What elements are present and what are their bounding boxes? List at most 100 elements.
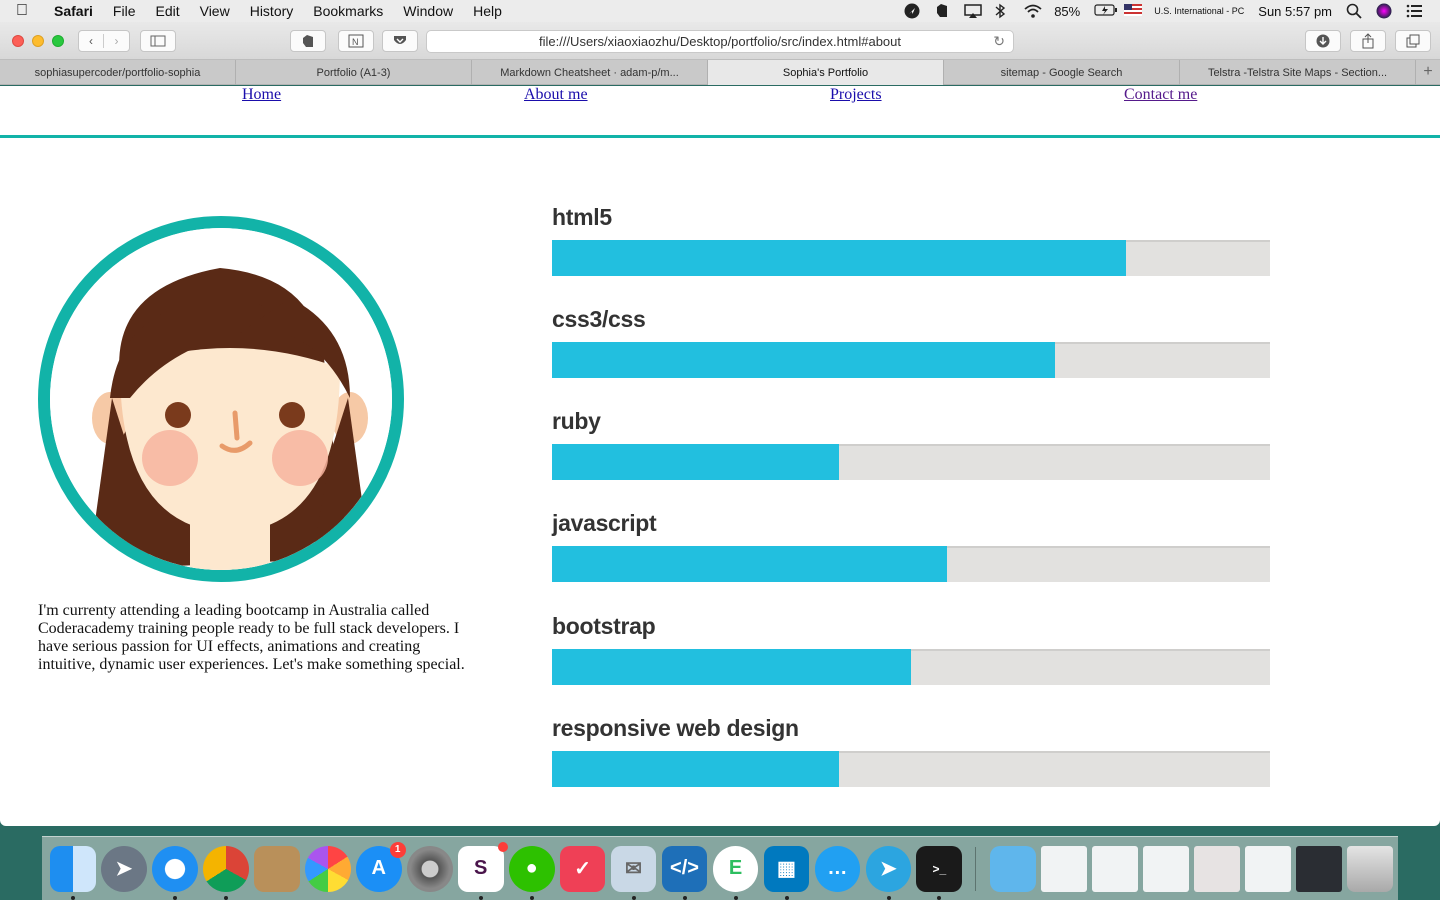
system-preferences-icon[interactable] (406, 845, 453, 892)
us-flag-icon[interactable] (1124, 3, 1143, 19)
skill-label: css3/css (552, 306, 646, 332)
tab-telstra[interactable]: Telstra -Telstra Site Maps - Section... (1180, 60, 1416, 85)
zoom-window-button[interactable] (52, 34, 64, 47)
vscode-icon[interactable]: </> (661, 845, 708, 900)
menu-history[interactable]: History (240, 3, 304, 19)
share-icon (1362, 33, 1374, 49)
contacts-icon[interactable] (253, 845, 300, 892)
minimized-window-icon[interactable] (1092, 845, 1139, 892)
elephant-icon (303, 35, 313, 47)
app-store-icon[interactable]: A1 (355, 841, 406, 892)
menu-clock[interactable]: Sun 5:57 pm (1258, 4, 1332, 19)
battery-icon[interactable] (1094, 3, 1118, 19)
forward-icon[interactable]: › (104, 34, 129, 48)
tab-sitemap-search[interactable]: sitemap - Google Search (944, 60, 1180, 85)
sidebar-toggle-button[interactable] (140, 30, 176, 52)
minimized-window-icon[interactable] (1143, 845, 1190, 892)
tab-overview-button[interactable] (1395, 30, 1431, 52)
apple-menu-icon[interactable]:  (0, 2, 44, 20)
reload-icon[interactable]: ↻ (993, 33, 1005, 50)
terminal-icon[interactable]: >_ (916, 845, 963, 900)
siri-icon[interactable] (1376, 3, 1392, 19)
slack-icon[interactable]: S (457, 841, 508, 900)
tab-portfolio-a1-3[interactable]: Portfolio (A1-3) (236, 60, 472, 85)
skill-label: responsive web design (552, 715, 799, 741)
minimize-window-button[interactable] (32, 34, 44, 47)
menu-extras: 85% U.S. International - PC Sun 5:57 pm (904, 3, 1440, 19)
preview-icon[interactable]: ✉ (610, 845, 657, 900)
photos-icon[interactable] (304, 845, 351, 892)
macos-dock: ➤ A1 S ● ✓ ✉ </> E ▦ … ➤ >_ (42, 836, 1398, 900)
skill-label: bootstrap (552, 613, 656, 639)
messages-icon[interactable]: … (814, 845, 861, 892)
back-forward-buttons: ‹ › (78, 30, 130, 52)
safari-icon[interactable] (151, 845, 198, 900)
minimized-window-icon[interactable] (1041, 845, 1088, 892)
menu-file[interactable]: File (103, 3, 146, 19)
wifi-icon[interactable] (1024, 3, 1042, 19)
skill-bar-fill (552, 342, 1055, 378)
folder-icon[interactable] (990, 845, 1037, 892)
menu-bookmarks[interactable]: Bookmarks (303, 3, 393, 19)
pocket-extension-button[interactable] (382, 30, 418, 52)
skill-ruby: ruby (552, 408, 1270, 480)
tab-markdown-cheatsheet[interactable]: Markdown Cheatsheet · adam-p/m... (472, 60, 708, 85)
telegram-icon[interactable]: ➤ (865, 845, 912, 900)
downloads-button[interactable] (1305, 30, 1341, 52)
wechat-icon[interactable]: ● (508, 845, 555, 900)
nav-link-projects[interactable]: Projects (830, 86, 882, 104)
finder-icon[interactable] (50, 845, 96, 900)
spotlight-search-icon[interactable] (1346, 3, 1362, 19)
skill-label: ruby (552, 408, 601, 434)
skill-bar-track (552, 240, 1270, 276)
site-nav: Home About me Projects Contact me (0, 86, 1440, 138)
share-button[interactable] (1350, 30, 1386, 52)
skill-bar-fill (552, 240, 1127, 276)
nav-link-about[interactable]: About me (524, 86, 588, 104)
skill-bar-track (552, 444, 1270, 480)
minimized-window-icon[interactable] (1194, 845, 1241, 892)
skill-javascript: javascript (552, 510, 1270, 582)
tab-sophias-portfolio[interactable]: Sophia's Portfolio (708, 60, 944, 85)
trash-icon[interactable] (1347, 845, 1393, 892)
skill-bar-fill (552, 444, 840, 480)
skill-bar-fill (552, 649, 911, 685)
pocket-icon[interactable]: ✓ (559, 845, 606, 892)
menu-window[interactable]: Window (393, 3, 463, 19)
url-text: file:///Users/xiaoxiaozhu/Desktop/portfo… (538, 34, 901, 49)
new-tab-button[interactable]: + (1416, 60, 1440, 84)
chrome-icon[interactable] (202, 845, 249, 900)
evernote-icon[interactable]: E (712, 845, 759, 900)
menu-view[interactable]: View (190, 3, 240, 19)
skill-bar-track (552, 751, 1270, 787)
about-bio: I'm currenty attending a leading bootcam… (38, 602, 465, 673)
window-controls (12, 34, 64, 47)
trello-icon[interactable]: ▦ (763, 845, 810, 900)
tab-bar: sophiasupercoder/portfolio-sophia Portfo… (0, 60, 1440, 85)
notification-center-icon[interactable] (1406, 3, 1422, 19)
skill-label: html5 (552, 204, 612, 230)
nav-link-home[interactable]: Home (242, 86, 281, 104)
menu-app-name[interactable]: Safari (44, 3, 103, 19)
airplay-icon[interactable] (964, 3, 982, 19)
launchpad-icon[interactable]: ➤ (100, 845, 147, 892)
navigation-icon[interactable] (904, 3, 920, 19)
back-icon[interactable]: ‹ (79, 34, 105, 48)
tab-github[interactable]: sophiasupercoder/portfolio-sophia (0, 60, 236, 85)
close-window-button[interactable] (12, 34, 24, 47)
minimized-window-icon[interactable] (1296, 845, 1343, 892)
address-bar[interactable]: file:///Users/xiaoxiaozhu/Desktop/portfo… (426, 30, 1014, 53)
bluetooth-icon[interactable] (994, 3, 1010, 19)
skill-bar-track (552, 342, 1270, 378)
evernote-menu-icon[interactable] (934, 3, 950, 19)
app-store-badge: 1 (389, 841, 406, 858)
macos-menu-bar:  Safari File Edit View History Bookmark… (0, 0, 1440, 22)
input-source-label[interactable]: U.S. International - PC (1154, 6, 1244, 16)
onenote-extension-button[interactable]: N (338, 30, 374, 52)
pocket-icon (394, 36, 406, 44)
menu-help[interactable]: Help (463, 3, 512, 19)
menu-edit[interactable]: Edit (145, 3, 189, 19)
evernote-extension-button[interactable] (290, 30, 326, 52)
minimized-window-icon[interactable] (1245, 845, 1292, 892)
nav-link-contact[interactable]: Contact me (1124, 86, 1197, 104)
